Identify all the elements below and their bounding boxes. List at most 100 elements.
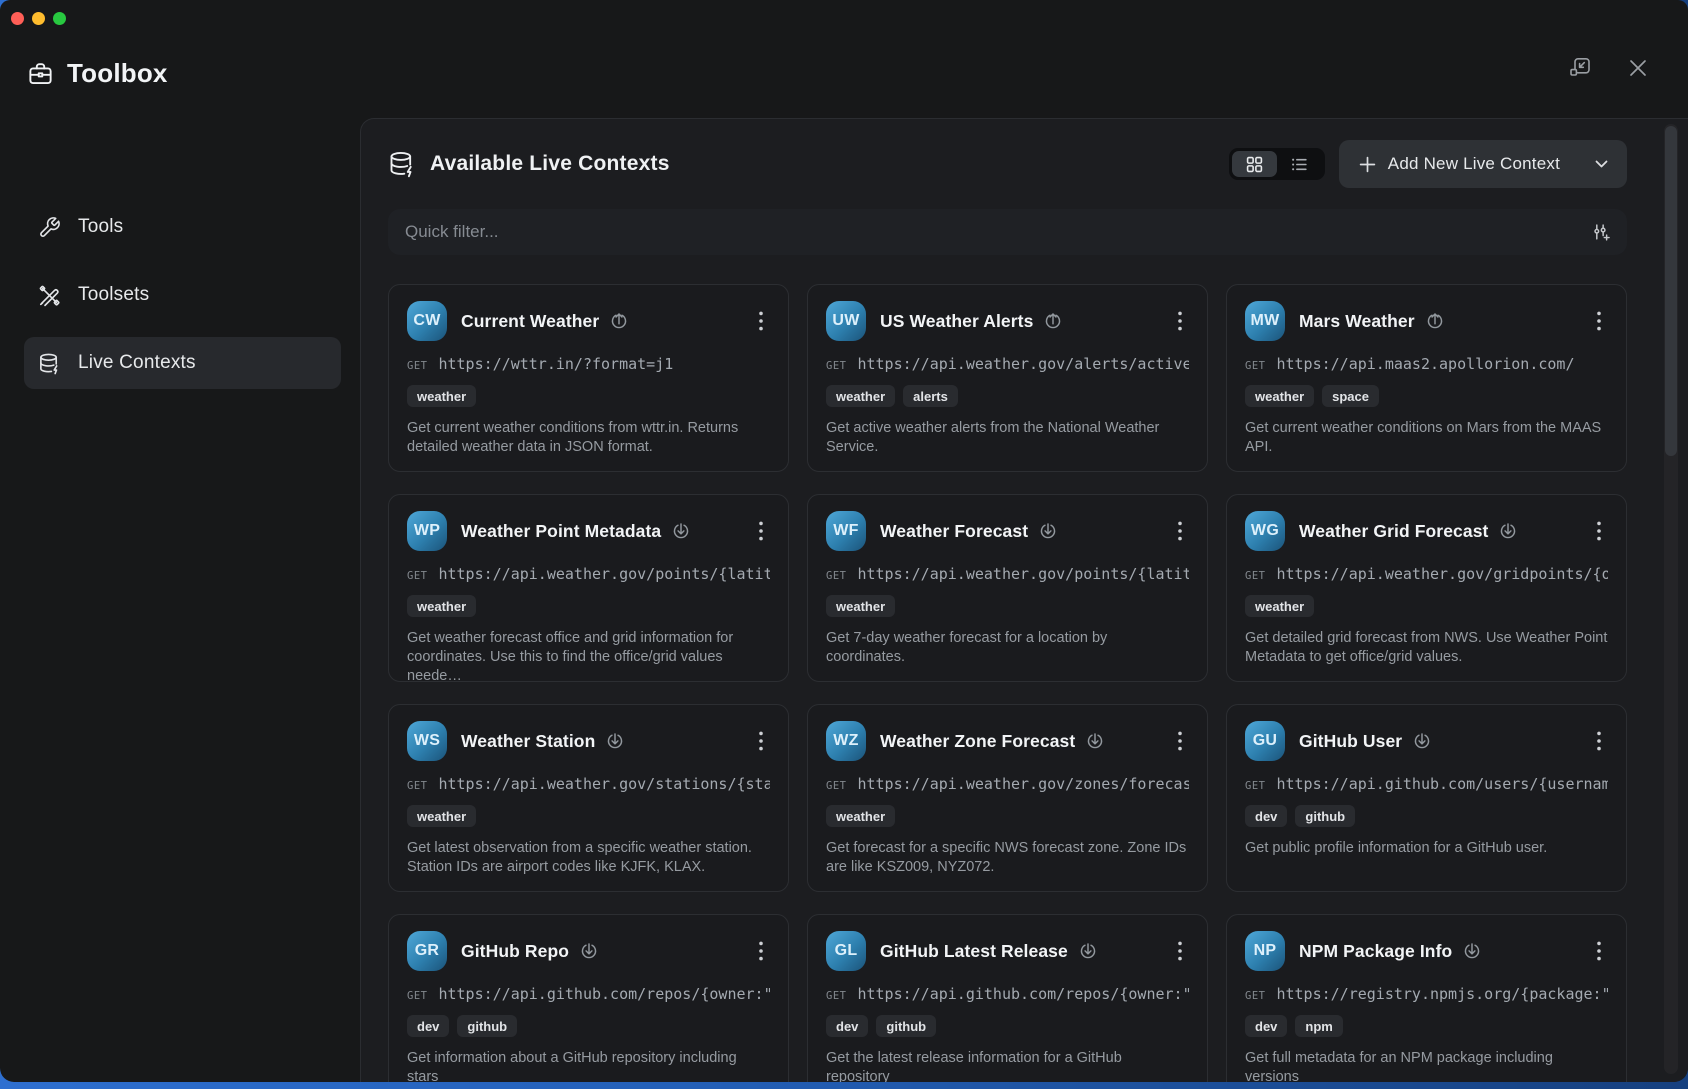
grid-view-button[interactable] [1232,151,1277,177]
live-context-card[interactable]: GU GitHub User GET https://api.gith [1226,704,1627,892]
tag-badge: weather [826,805,895,827]
tag-row: weather [826,595,1189,617]
sidebar-item-tools[interactable]: Tools [24,201,341,253]
quick-filter-input[interactable] [405,222,1591,242]
card-menu-button[interactable] [1590,726,1608,756]
sliders-plus-icon[interactable] [1591,223,1610,242]
card-menu-button[interactable] [752,306,770,336]
avatar: UW [826,301,866,341]
card-title: Weather Point Metadata [461,521,661,542]
card-menu-button[interactable] [1171,306,1189,336]
plus-icon [1359,156,1376,173]
tag-badge: weather [407,385,476,407]
sidebar-item-label: Toolsets [78,284,149,306]
minimize-traffic-light[interactable] [32,12,45,25]
endpoint-url: https://api.weather.gov/gridpoints/{of… [1276,565,1608,583]
card-title: GitHub Latest Release [880,941,1068,962]
sync-arrow-icon [1463,942,1481,960]
card-header: WF Weather Forecast [826,511,1189,551]
window-title: Toolbox [67,58,168,89]
card-description: Get full metadata for an NPM package inc… [1245,1049,1608,1082]
avatar: WZ [826,721,866,761]
close-window-button[interactable] [1624,54,1652,82]
list-view-button[interactable] [1277,151,1322,177]
live-context-card[interactable]: WP Weather Point Metadata GET https [388,494,789,682]
tag-badge: space [1322,385,1379,407]
card-description: Get information about a GitHub repositor… [407,1049,770,1082]
card-menu-button[interactable] [1171,516,1189,546]
shrink-window-button[interactable] [1566,54,1594,82]
sidebar-item-toolsets[interactable]: Toolsets [24,269,341,321]
http-method: GET [407,570,427,582]
tag-row: weatherspace [1245,385,1608,407]
http-method: GET [407,990,427,1002]
endpoint-url: https://wttr.in/?format=j1 [438,355,673,373]
endpoint-row: GET https://registry.npmjs.org/{package:… [1245,985,1608,1003]
endpoint-row: GET https://api.weather.gov/gridpoints/{… [1245,565,1608,583]
card-menu-button[interactable] [1590,516,1608,546]
endpoint-url: https://api.github.com/repos/{owner:"0… [438,985,770,1003]
http-method: GET [407,360,427,372]
tag-badge: dev [826,1015,868,1037]
live-context-card[interactable]: WZ Weather Zone Forecast GET https: [807,704,1208,892]
live-context-card[interactable]: NP NPM Package Info GET https://reg [1226,914,1627,1082]
endpoint-url: https://api.weather.gov/zones/forecast… [857,775,1189,793]
card-menu-button[interactable] [1590,306,1608,336]
card-description: Get public profile information for a Git… [1245,839,1608,858]
scrollbar-thumb[interactable] [1665,126,1677,456]
sidebar: Tools Toolsets [0,118,360,1082]
endpoint-url: https://api.weather.gov/stations/{stat… [438,775,770,793]
avatar: WP [407,511,447,551]
avatar: WG [1245,511,1285,551]
add-new-live-context-button[interactable]: Add New Live Context [1339,140,1627,188]
card-description: Get weather forecast office and grid inf… [407,629,770,682]
live-context-card[interactable]: CW Current Weather GET https://wttr [388,284,789,472]
card-title: GitHub Repo [461,941,569,962]
live-context-card[interactable]: WS Weather Station GET https://api. [388,704,789,892]
zoom-traffic-light[interactable] [53,12,66,25]
avatar: NP [1245,931,1285,971]
live-context-card[interactable]: WG Weather Grid Forecast GET https: [1226,494,1627,682]
http-method: GET [1245,990,1265,1002]
app-window: Toolbox Tools [0,0,1688,1082]
live-context-card[interactable]: MW Mars Weather GET https://api.maa [1226,284,1627,472]
endpoint-row: GET https://api.maas2.apollorion.com/ [1245,355,1608,373]
tag-badge: dev [1245,805,1287,827]
close-traffic-light[interactable] [11,12,24,25]
sync-arrow-icon [610,312,628,330]
avatar: CW [407,301,447,341]
sidebar-item-live-contexts[interactable]: Live Contexts [24,337,341,389]
tag-badge: github [876,1015,936,1037]
toolbox-icon [27,60,54,87]
endpoint-url: https://api.weather.gov/points/{latitu… [438,565,770,583]
endpoint-row: GET https://api.github.com/repos/{owner:… [407,985,770,1003]
card-description: Get active weather alerts from the Natio… [826,419,1189,457]
tag-row: devgithub [407,1015,770,1037]
endpoint-row: GET https://api.github.com/users/{userna… [1245,775,1608,793]
tag-badge: weather [407,805,476,827]
tag-badge: github [1295,805,1355,827]
live-context-card[interactable]: WF Weather Forecast GET https://api [807,494,1208,682]
add-button-label: Add New Live Context [1388,154,1560,174]
sync-arrow-icon [1079,942,1097,960]
card-menu-button[interactable] [752,516,770,546]
scrollbar-track [1664,124,1678,1074]
card-header: WP Weather Point Metadata [407,511,770,551]
http-method: GET [1245,360,1265,372]
database-bolt-icon [388,150,416,178]
card-menu-button[interactable] [752,726,770,756]
card-menu-button[interactable] [1171,936,1189,966]
endpoint-url: https://api.weather.gov/alerts/active [857,355,1189,373]
live-context-card[interactable]: GR GitHub Repo GET https://api.gith [388,914,789,1082]
avatar: GR [407,931,447,971]
live-context-card[interactable]: UW US Weather Alerts GET https://ap [807,284,1208,472]
live-context-card[interactable]: GL GitHub Latest Release GET https: [807,914,1208,1082]
endpoint-url: https://api.maas2.apollorion.com/ [1276,355,1574,373]
tag-row: weather [1245,595,1608,617]
card-description: Get latest observation from a specific w… [407,839,770,877]
tag-row: weather [407,385,770,407]
card-menu-button[interactable] [1171,726,1189,756]
card-menu-button[interactable] [752,936,770,966]
tag-row: weather [826,805,1189,827]
card-menu-button[interactable] [1590,936,1608,966]
